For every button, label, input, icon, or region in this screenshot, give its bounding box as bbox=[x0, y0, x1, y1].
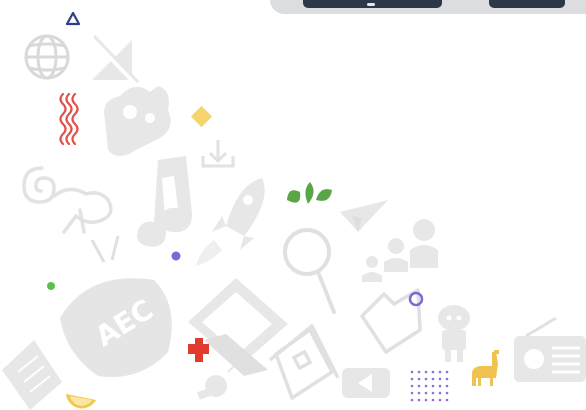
leaf-icon bbox=[287, 182, 332, 204]
download-icon bbox=[201, 140, 235, 168]
music-note-icon bbox=[137, 156, 192, 247]
people-icon bbox=[362, 219, 438, 282]
triangle-shape bbox=[65, 11, 81, 26]
play-button-icon bbox=[342, 368, 390, 398]
app-background: AEC bbox=[0, 0, 586, 410]
magnifier-icon bbox=[283, 228, 336, 314]
notebook-icon bbox=[2, 340, 62, 410]
llama-icon bbox=[472, 350, 499, 386]
no-signal-icon bbox=[90, 34, 140, 86]
paper-plane-icon bbox=[340, 200, 388, 232]
dot-shape bbox=[171, 251, 181, 261]
monkey-icon bbox=[22, 166, 113, 234]
house-icon bbox=[268, 324, 340, 400]
robot-icon bbox=[438, 305, 470, 362]
dot-grid-shape bbox=[410, 370, 449, 402]
sign-language-hand-icon bbox=[104, 86, 171, 156]
folder-icon bbox=[360, 288, 422, 354]
dot-shape bbox=[47, 282, 55, 290]
rocket-icon bbox=[196, 178, 265, 266]
education-doodle-illustration: AEC bbox=[2, 11, 586, 410]
globe-icon bbox=[24, 34, 70, 80]
lightbulb-icon bbox=[196, 365, 235, 400]
lemon-icon bbox=[66, 394, 96, 409]
radio-icon bbox=[514, 316, 586, 382]
diamond-shape bbox=[190, 105, 213, 128]
squiggle-shape bbox=[59, 92, 79, 146]
tv-icon: AEC bbox=[60, 235, 172, 377]
